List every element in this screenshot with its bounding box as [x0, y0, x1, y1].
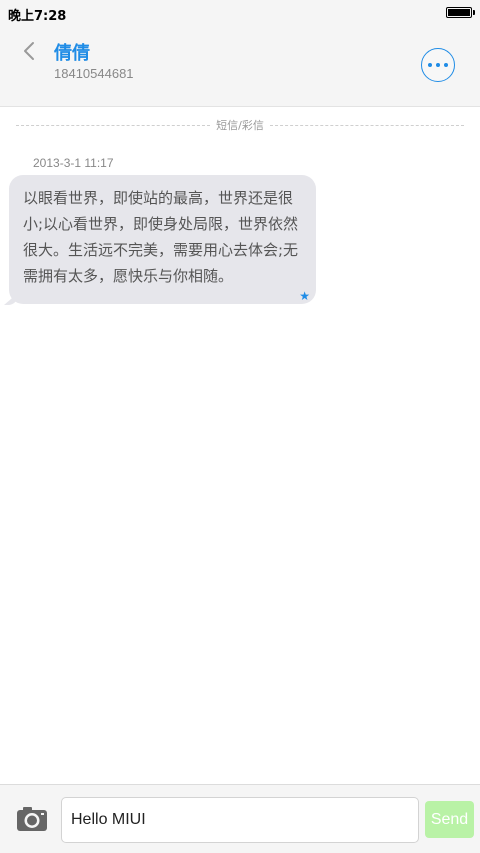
message-timestamp: 2013-3-1 11:17 — [33, 156, 114, 170]
send-button[interactable]: Send — [425, 801, 474, 838]
status-time: 晚上7:28 — [8, 9, 67, 24]
back-button[interactable] — [18, 36, 44, 66]
contact-number: 18410544681 — [54, 66, 134, 81]
message-input[interactable] — [61, 797, 419, 843]
contact-name: 倩倩 — [54, 43, 90, 64]
battery-icon — [446, 7, 475, 18]
camera-icon — [17, 807, 47, 831]
message-bubble[interactable]: 以眼看世界，即使站的最高，世界还是很小;以心看世界，即使身处局限，世界依然很大。… — [4, 175, 316, 305]
status-bar: 晚上7:28 — [0, 0, 480, 26]
message-text: 以眼看世界，即使站的最高，世界还是很小;以心看世界，即使身处局限，世界依然很大。… — [23, 189, 299, 285]
chevron-left-icon — [24, 42, 34, 60]
battery-level — [448, 9, 470, 16]
star-icon: ★ — [299, 289, 310, 303]
camera-button[interactable] — [15, 805, 49, 833]
message-list[interactable]: 短信/彩信 2013-3-1 11:17 以眼看世界，即使站的最高，世界还是很小… — [0, 107, 480, 784]
more-options-button[interactable] — [421, 48, 455, 82]
more-dots-icon — [428, 63, 432, 67]
message-type-divider: 短信/彩信 — [16, 117, 464, 133]
conversation-header: 倩倩 18410544681 — [0, 26, 480, 107]
message-type-label: 短信/彩信 — [216, 119, 264, 132]
compose-bar: Send — [0, 784, 480, 853]
